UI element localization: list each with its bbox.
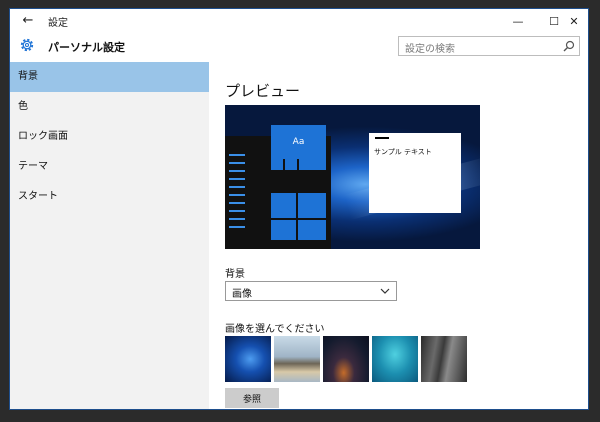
sidebar-item-background[interactable]: 背景 [10, 62, 209, 92]
sidebar-item-start[interactable]: スタート [10, 182, 209, 212]
sidebar-item-label: 色 [18, 101, 28, 112]
sidebar-item-themes[interactable]: テーマ [10, 152, 209, 182]
sample-window: サンプル テキスト [369, 133, 461, 213]
tile [271, 193, 296, 218]
search-input[interactable]: 設定の検索 [398, 36, 580, 56]
gear-icon [20, 38, 34, 52]
start-list-line [229, 154, 245, 156]
sidebar-item-label: 背景 [18, 71, 38, 82]
main-content: プレビュー Aa サンプル テキスト 背景 画像 画像を選んでください 参照 [209, 62, 588, 409]
start-list-line [229, 178, 245, 180]
sidebar-item-label: ロック画面 [18, 131, 68, 142]
sidebar-item-label: テーマ [18, 161, 48, 172]
tile [299, 158, 326, 170]
start-list-line [229, 218, 245, 220]
settings-window: ← 設定 — ☐ ✕ パーソナル設定 設定の検索 背景 色 ロック画面 テーマ … [10, 9, 588, 409]
close-button[interactable]: ✕ [560, 9, 588, 33]
sample-text: サンプル テキスト [374, 148, 432, 156]
search-placeholder: 設定の検索 [405, 44, 455, 55]
back-arrow-icon[interactable]: ← [18, 13, 38, 29]
tile [271, 220, 296, 240]
background-select-value: 画像 [232, 289, 252, 300]
tile [285, 158, 297, 170]
tile [298, 220, 326, 240]
page-header: パーソナル設定 設定の検索 [10, 33, 588, 65]
search-icon[interactable] [563, 40, 575, 52]
sidebar-item-lock-screen[interactable]: ロック画面 [10, 122, 209, 152]
sidebar: 背景 色 ロック画面 テーマ スタート [10, 62, 209, 409]
tile [298, 193, 326, 218]
sample-window-titlebar [375, 137, 389, 139]
browse-button[interactable]: 参照 [225, 388, 279, 408]
preview-image: Aa サンプル テキスト [225, 105, 480, 249]
background-select[interactable]: 画像 [225, 281, 397, 301]
start-list-line [229, 202, 245, 204]
image-thumbnail-4[interactable] [372, 336, 418, 382]
start-list-line [229, 186, 245, 188]
image-thumbnail-2[interactable] [274, 336, 320, 382]
tile [271, 158, 283, 170]
minimize-button[interactable]: — [500, 9, 536, 33]
background-label: 背景 [225, 269, 245, 280]
image-thumbnail-3[interactable] [323, 336, 369, 382]
preview-heading: プレビュー [225, 82, 301, 100]
sidebar-item-label: スタート [18, 191, 58, 202]
chevron-down-icon [380, 288, 390, 294]
sidebar-item-colors[interactable]: 色 [10, 92, 209, 122]
image-thumbnail-5[interactable] [421, 336, 467, 382]
start-list-line [229, 194, 245, 196]
image-thumbnail-1[interactable] [225, 336, 271, 382]
start-list-line [229, 162, 245, 164]
tile-aa: Aa [271, 125, 326, 159]
start-list-line [229, 210, 245, 212]
page-title: パーソナル設定 [48, 41, 125, 54]
title-bar: ← 設定 — ☐ ✕ [10, 9, 588, 33]
window-title: 設定 [48, 18, 68, 29]
choose-image-label: 画像を選んでください [225, 324, 325, 335]
start-list-line [229, 226, 245, 228]
start-list-line [229, 170, 245, 172]
